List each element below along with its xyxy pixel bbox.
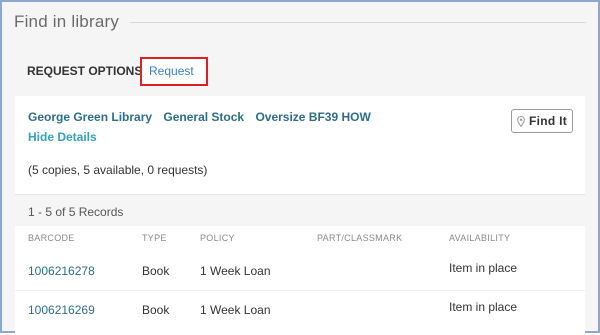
title-divider (130, 22, 586, 23)
call-number-link[interactable]: Oversize BF39 HOW (255, 110, 370, 124)
table-row: 1006216278 Book 1 Week Loan Item in plac… (15, 252, 585, 290)
hide-details-link[interactable]: Hide Details (28, 130, 97, 144)
find-it-label: Find It (528, 114, 568, 128)
holding-location-line: George Green Library General Stock Overs… (28, 110, 379, 124)
policy-cell: 1 Week Loan (200, 303, 271, 317)
type-cell: Book (142, 303, 170, 317)
records-count: 1 - 5 of 5 Records (28, 205, 124, 219)
map-pin-icon (517, 115, 525, 127)
find-it-button[interactable]: Find It (511, 109, 573, 133)
records-bar: 1 - 5 of 5 Records (15, 194, 585, 226)
barcode-link[interactable]: 1006216278 (28, 264, 95, 278)
section-title: Find in library (14, 12, 120, 31)
table-row: 1006216269 Book 1 Week Loan Item in plac… (15, 290, 585, 328)
library-link[interactable]: George Green Library (28, 110, 152, 124)
column-header-barcode: BARCODE (28, 233, 75, 243)
availability-cell: Item in place (449, 300, 518, 314)
column-header-type: TYPE (142, 233, 167, 243)
location-link[interactable]: General Stock (163, 110, 244, 124)
request-options-label: REQUEST OPTIONS: (27, 64, 147, 78)
column-header-part-classmark: PART/CLASSMARK (317, 233, 403, 243)
find-in-library-panel: Find in library REQUEST OPTIONS: Request… (0, 0, 600, 335)
copies-summary: (5 copies, 5 available, 0 requests) (28, 163, 208, 177)
column-header-availability: AVAILABILITY (449, 233, 511, 243)
barcode-link[interactable]: 1006216269 (28, 303, 95, 317)
type-cell: Book (142, 264, 170, 278)
request-link[interactable]: Request (149, 64, 194, 78)
holding-card: George Green Library General Stock Overs… (15, 96, 585, 335)
policy-cell: 1 Week Loan (200, 264, 271, 278)
column-header-policy: POLICY (200, 233, 235, 243)
availability-cell: Item in place (449, 261, 518, 275)
